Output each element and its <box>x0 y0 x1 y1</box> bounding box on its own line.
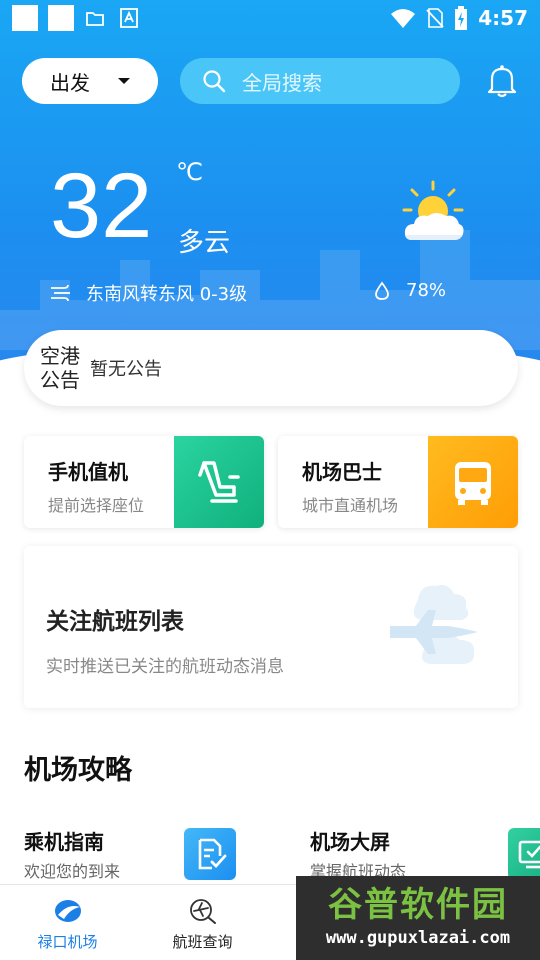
followed-flights-card[interactable]: 关注航班列表 实时推送已关注的航班动态消息 <box>24 546 518 708</box>
wind-text: 东南风转东风 0-3级 <box>86 284 248 305</box>
status-bar: 4:57 <box>0 0 540 36</box>
notification-square-icon <box>48 5 74 31</box>
wind-icon <box>51 284 70 302</box>
wifi-icon <box>391 9 416 28</box>
humidity-info: 78% <box>374 280 446 301</box>
airport-notice[interactable]: 空港 公告 暂无公告 <box>24 330 518 406</box>
direction-dropdown[interactable]: 出发 <box>22 58 158 104</box>
guide-title: 机场大屏 <box>310 830 390 854</box>
monitor-check-icon <box>518 840 540 869</box>
notification-square-icon <box>12 5 38 31</box>
guide-icon-tile <box>508 828 540 880</box>
guide-title: 乘机指南 <box>24 830 104 854</box>
watermark-overlay: 谷普软件园 www.gupuxlazai.com <box>296 876 540 960</box>
notice-label: 空港 公告 <box>40 344 88 392</box>
text-a-icon <box>120 8 138 28</box>
tab-label: 航班查询 <box>172 933 233 951</box>
section-title: 机场攻略 <box>24 755 132 786</box>
checkin-tile <box>174 436 264 528</box>
airport-bus-card[interactable]: 机场巴士 城市直通机场 <box>278 436 518 528</box>
card-title: 机场巴士 <box>302 460 382 484</box>
temperature-value: 32 <box>50 155 153 257</box>
card-title: 手机值机 <box>48 460 128 484</box>
partly-cloudy-icon <box>402 180 464 240</box>
bus-tile <box>428 436 518 528</box>
top-bar: 出发 全局搜索 <box>22 58 518 104</box>
watermark-title: 谷普软件园 <box>328 885 508 925</box>
humidity-drop-icon <box>375 280 389 300</box>
humidity-text: 78% <box>406 280 447 301</box>
airport-logo-icon <box>54 900 81 922</box>
watermark-url: www.gupuxlazai.com <box>325 928 511 948</box>
temperature-unit: ℃ <box>176 158 203 186</box>
guide-icon-tile <box>184 828 236 880</box>
guide-subtitle: 欢迎您的到来 <box>24 862 121 881</box>
boarding-guide-item[interactable]: 乘机指南 欢迎您的到来 <box>24 826 264 884</box>
bell-icon[interactable] <box>486 64 518 98</box>
card-subtitle: 提前选择座位 <box>48 496 145 515</box>
chevron-down-icon <box>118 78 130 84</box>
seat-icon <box>198 461 240 503</box>
followed-flights-subtitle: 实时推送已关注的航班动态消息 <box>46 657 284 677</box>
followed-flights-title: 关注航班列表 <box>46 609 184 635</box>
notice-text: 暂无公告 <box>90 359 162 380</box>
notice-label-line: 公告 <box>40 368 80 392</box>
plane-clouds-icon <box>390 585 478 664</box>
direction-label: 出发 <box>50 70 90 95</box>
document-check-icon <box>198 838 227 870</box>
mobile-checkin-card[interactable]: 手机值机 提前选择座位 <box>24 436 264 528</box>
search-icon <box>203 70 226 93</box>
folder-icon <box>86 12 104 26</box>
battery-charging-icon <box>455 6 468 30</box>
status-time: 4:57 <box>478 6 528 30</box>
search-placeholder: 全局搜索 <box>242 70 322 95</box>
weather-condition: 多云 <box>178 228 231 258</box>
tab-flight-search[interactable]: 航班查询 <box>135 885 270 960</box>
notice-label-line: 空港 <box>40 344 80 368</box>
tab-airport[interactable]: 禄口机场 <box>0 885 135 960</box>
search-bar[interactable]: 全局搜索 <box>180 58 460 104</box>
no-sim-icon <box>426 8 444 28</box>
tab-label: 禄口机场 <box>37 933 98 951</box>
wind-info: 东南风转东风 0-3级 <box>50 280 247 306</box>
bus-icon <box>455 462 491 505</box>
plane-search-icon <box>189 899 216 924</box>
card-subtitle: 城市直通机场 <box>302 496 399 515</box>
